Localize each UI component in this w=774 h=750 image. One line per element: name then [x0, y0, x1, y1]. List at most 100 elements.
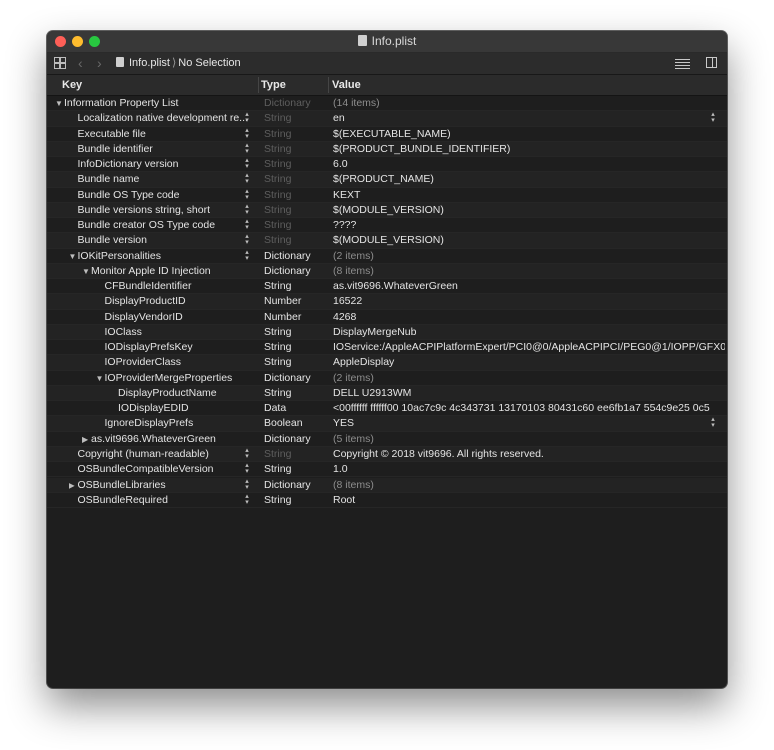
row-key-text[interactable]: IOKitPersonalities	[78, 250, 161, 262]
row-value[interactable]: IOService:/AppleACPIPlatformExpert/PCI0@…	[333, 341, 725, 353]
column-header-key[interactable]: Key	[62, 79, 82, 91]
row-key[interactable]: IODisplayPrefsKey	[96, 341, 281, 353]
plist-row[interactable]: OSBundleRequired ▴ ▾ String Root	[47, 493, 727, 508]
row-type[interactable]: String	[264, 280, 330, 292]
row-key-text[interactable]: CFBundleIdentifier	[105, 280, 192, 292]
row-type[interactable]: String	[264, 387, 330, 399]
row-value[interactable]: (8 items)	[333, 265, 725, 277]
row-type[interactable]: Dictionary	[264, 265, 330, 277]
key-stepper-icon[interactable]: ▴ ▾	[243, 111, 251, 124]
plist-row[interactable]: Executable file ▴ ▾ String $(EXECUTABLE_NAME…	[47, 127, 727, 142]
row-key-text[interactable]: Bundle creator OS Type code	[78, 219, 216, 231]
row-key-text[interactable]: Localization native development re...	[78, 112, 248, 124]
key-stepper-icon[interactable]: ▴ ▾	[243, 478, 251, 491]
breadcrumb-file[interactable]: Info.plist	[129, 57, 170, 69]
row-value[interactable]: 16522	[333, 295, 725, 307]
row-value[interactable]: $(MODULE_VERSION)	[333, 234, 725, 246]
disclosure-open-icon[interactable]: ▼	[96, 374, 105, 383]
row-key[interactable]: ▼Information Property List	[55, 97, 240, 109]
row-key[interactable]: Bundle version	[69, 234, 254, 246]
row-type[interactable]: String	[264, 204, 330, 216]
row-key[interactable]: ▶ OSBundleLibraries	[69, 479, 254, 491]
plist-row[interactable]: Bundle creator OS Type code ▴ ▾ String????	[47, 218, 727, 234]
plist-row[interactable]: IODisplayEDID Data <00ffffff ffffff00 10ac…	[47, 401, 727, 417]
row-type[interactable]: String	[264, 463, 330, 475]
row-value[interactable]: Root	[333, 494, 725, 506]
plist-row[interactable]: DisplayVendorID Number 4268	[47, 310, 727, 325]
row-key-text[interactable]: Monitor Apple ID Injection	[91, 265, 211, 277]
plist-row[interactable]: Localization native development re... ▴ ▾ S…	[47, 111, 727, 127]
row-type[interactable]: Number	[264, 295, 330, 307]
plist-row[interactable]: IOClass String DisplayMergeNub	[47, 324, 727, 341]
key-stepper-icon[interactable]: ▴ ▾	[243, 233, 251, 246]
plist-row[interactable]: Copyright (human-readable) ▴ ▾ String Copyri…	[47, 446, 727, 463]
key-stepper-icon[interactable]: ▴ ▾	[243, 447, 251, 460]
disclosure-open-icon[interactable]: ▼	[69, 252, 78, 261]
back-chevron-icon[interactable]: ‹	[78, 55, 83, 71]
row-type[interactable]: Dictionary	[264, 433, 330, 445]
plist-row[interactable]: ▼IOKitPersonalities ▴ ▾ Dictionary (2 items)	[47, 249, 727, 264]
row-key-text[interactable]: Bundle versions string, short	[78, 204, 210, 216]
row-key[interactable]: OSBundleRequired	[69, 494, 254, 506]
row-value[interactable]: (8 items)	[333, 479, 725, 491]
row-value[interactable]: 1.0	[333, 463, 725, 475]
row-key[interactable]: Executable file	[69, 128, 254, 140]
key-stepper-icon[interactable]: ▴ ▾	[243, 218, 251, 231]
disclosure-open-icon[interactable]: ▼	[55, 99, 64, 108]
plist-row[interactable]: DisplayProductName String DELL U2913WM	[47, 385, 727, 402]
column-divider[interactable]	[328, 77, 329, 93]
plist-row[interactable]: IgnoreDisplayPrefs Boolean YES ▴ ▾	[47, 416, 727, 432]
row-key[interactable]: CFBundleIdentifier	[96, 280, 281, 292]
row-value[interactable]: (2 items)	[333, 372, 725, 384]
row-value[interactable]: YES	[333, 417, 725, 429]
row-value[interactable]: <00ffffff ffffff00 10ac7c9c 4c343731 131…	[333, 402, 725, 414]
key-stepper-icon[interactable]: ▴ ▾	[243, 157, 251, 170]
row-key-text[interactable]: IODisplayEDID	[118, 402, 189, 414]
row-key[interactable]: ▼Monitor Apple ID Injection	[82, 265, 267, 277]
row-key[interactable]: ▼IOKitPersonalities	[69, 250, 254, 262]
key-stepper-icon[interactable]: ▴ ▾	[243, 203, 251, 216]
row-type[interactable]: String	[264, 173, 330, 185]
column-header-type[interactable]: Type	[261, 79, 286, 91]
row-key-text[interactable]: IgnoreDisplayPrefs	[105, 417, 194, 429]
row-key[interactable]: IgnoreDisplayPrefs	[96, 417, 281, 429]
row-key[interactable]: DisplayVendorID	[96, 311, 281, 323]
row-value[interactable]: DisplayMergeNub	[333, 326, 725, 338]
row-value[interactable]: (2 items)	[333, 250, 725, 262]
key-stepper-icon[interactable]: ▴ ▾	[243, 249, 251, 262]
row-type[interactable]: String	[264, 143, 330, 155]
related-items-grid-icon[interactable]	[54, 57, 66, 69]
value-popup-stepper-icon[interactable]: ▴ ▾	[709, 416, 717, 429]
forward-chevron-icon[interactable]: ›	[97, 55, 102, 71]
row-value[interactable]: ????	[333, 219, 725, 231]
row-key[interactable]: Localization native development re...	[69, 112, 254, 124]
row-key[interactable]: DisplayProductID	[96, 295, 281, 307]
column-divider[interactable]	[258, 77, 259, 93]
inspector-panel-icon[interactable]	[706, 57, 717, 68]
row-value[interactable]: as.vit9696.WhateverGreen	[333, 280, 725, 292]
row-key-text[interactable]: InfoDictionary version	[78, 158, 179, 170]
plist-row[interactable]: IODisplayPrefsKey String IOService:/AppleA…	[47, 340, 727, 356]
row-type[interactable]: Dictionary	[264, 479, 330, 491]
row-key-text[interactable]: OSBundleCompatibleVersion	[78, 463, 214, 475]
row-value[interactable]: $(PRODUCT_NAME)	[333, 173, 725, 185]
row-key-text[interactable]: DisplayProductID	[105, 295, 186, 307]
row-type[interactable]: String	[264, 189, 330, 201]
row-key-text[interactable]: Bundle OS Type code	[78, 189, 180, 201]
row-type[interactable]: String	[264, 158, 330, 170]
row-key[interactable]: Copyright (human-readable)	[69, 448, 254, 460]
row-key[interactable]: InfoDictionary version	[69, 158, 254, 170]
plist-row[interactable]: Bundle version ▴ ▾ String $(MODULE_VERSION)	[47, 233, 727, 249]
row-key-text[interactable]: IOProviderClass	[105, 356, 181, 368]
row-type[interactable]: Dictionary	[264, 97, 330, 109]
row-type[interactable]: String	[264, 494, 330, 506]
breadcrumb-selection[interactable]: No Selection	[178, 57, 240, 69]
plist-row[interactable]: Bundle OS Type code ▴ ▾ String KEXT	[47, 188, 727, 203]
plist-row[interactable]: Bundle name ▴ ▾ String $(PRODUCT_NAME)	[47, 172, 727, 188]
row-key-text[interactable]: IODisplayPrefsKey	[105, 341, 193, 353]
row-key[interactable]: Bundle OS Type code	[69, 189, 254, 201]
key-stepper-icon[interactable]: ▴ ▾	[243, 127, 251, 140]
plist-row[interactable]: ▼Monitor Apple ID Injection Dictionary (8 …	[47, 263, 727, 280]
row-value[interactable]: $(EXECUTABLE_NAME)	[333, 128, 725, 140]
row-type[interactable]: Dictionary	[264, 372, 330, 384]
